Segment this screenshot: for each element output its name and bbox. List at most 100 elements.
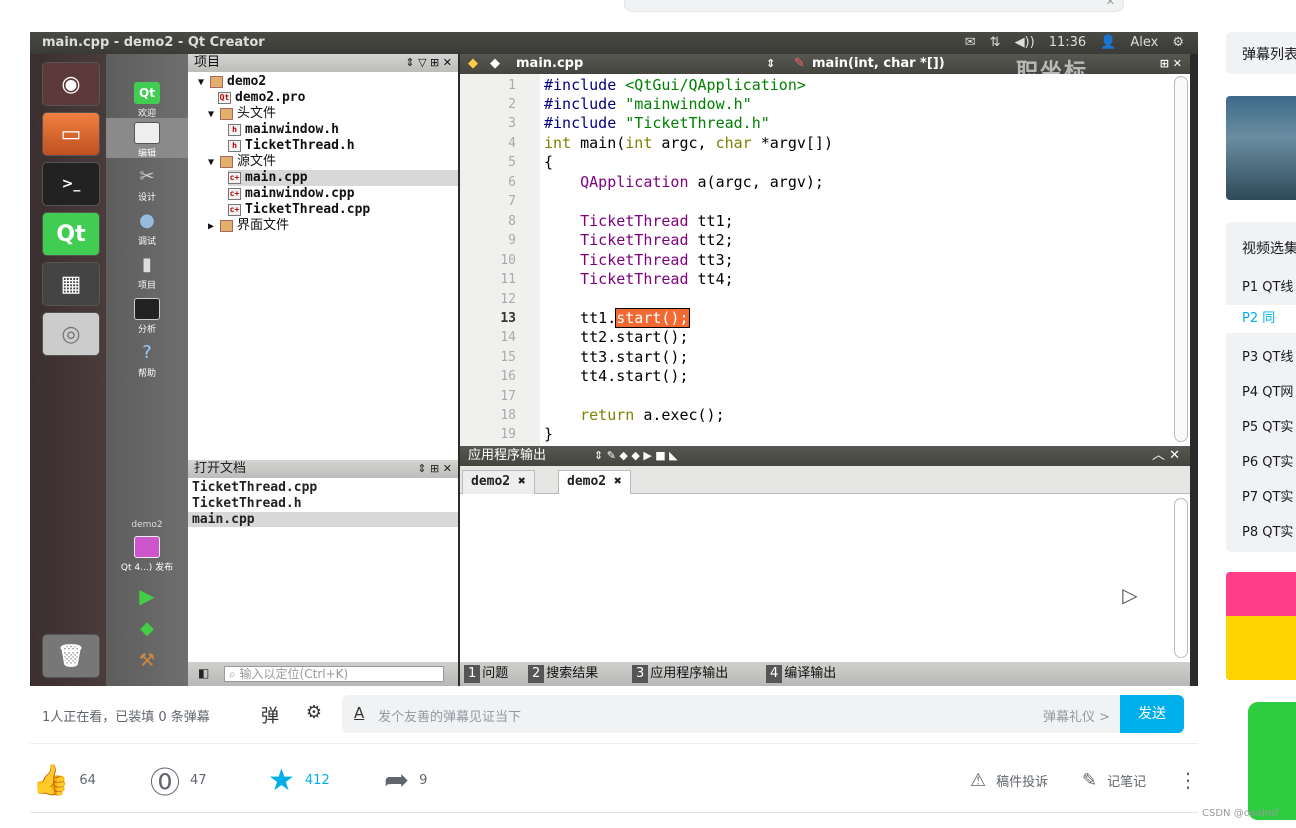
files-icon[interactable]: ▭: [42, 112, 100, 156]
ad-banner-2[interactable]: [1226, 696, 1296, 824]
trash-icon[interactable]: 🗑: [42, 634, 100, 678]
ubuntu-logo-icon[interactable]: ◉: [42, 62, 100, 106]
tree-item[interactable]: c+ main.cpp: [228, 170, 458, 186]
debug-run-icon[interactable]: ◆: [106, 618, 188, 639]
tab-app-output[interactable]: 3 应用程序输出: [632, 665, 728, 683]
episode-item[interactable]: P1 QT线: [1242, 276, 1293, 295]
danmu-etiquette-link[interactable]: 弹幕礼仪 >: [1043, 706, 1110, 725]
tree-item[interactable]: Qt demo2.pro: [218, 90, 305, 106]
tree-item[interactable]: ▼ demo2: [198, 74, 266, 90]
expand-arrow-icon[interactable]: ▼: [198, 77, 210, 88]
expand-arrow-icon[interactable]: ▼: [208, 109, 220, 120]
symbol-selector[interactable]: main(int, char *[]): [812, 54, 945, 74]
tab-demo2-2[interactable]: demo2 ✖: [558, 470, 631, 494]
forward-arrow-icon[interactable]: ◆: [490, 54, 500, 74]
run-icon[interactable]: ▶: [106, 584, 188, 608]
disc-icon[interactable]: ◎: [42, 312, 100, 356]
list-item[interactable]: main.cpp: [188, 512, 458, 527]
tab-compile-output[interactable]: 4 编译输出: [766, 665, 836, 683]
danmu-settings-icon[interactable]: ⚙: [302, 702, 326, 726]
tree-item[interactable]: h mainwindow.h: [228, 122, 339, 138]
tree-item[interactable]: ▶ 界面文件: [208, 218, 289, 234]
locator-input[interactable]: ⌕ 输入以定位(Ctrl+K): [224, 666, 444, 682]
like-button[interactable]: 👍 64: [32, 760, 96, 800]
terminal-icon[interactable]: >_: [42, 162, 100, 206]
tree-item[interactable]: ▼ 源文件: [208, 154, 276, 170]
tree-item-label: TicketThread.h: [245, 138, 355, 153]
more-icon[interactable]: ⋮: [1178, 760, 1198, 800]
video-thumbnail[interactable]: [1226, 96, 1296, 200]
mode-edit[interactable]: 编辑: [106, 118, 188, 159]
share-arrow-icon: ➦: [384, 762, 410, 798]
kit-selector[interactable]: Qt 4...) 发布: [106, 536, 188, 573]
mode-design[interactable]: ✂ 设计: [106, 166, 188, 203]
tree-item[interactable]: c+ TicketThread.cpp: [228, 202, 370, 218]
play-icon[interactable]: ▷: [1102, 570, 1158, 620]
panel-controls-icon[interactable]: ⇕ ▽ ⊞ ✕: [405, 54, 452, 72]
editor-file-tab[interactable]: main.cpp: [516, 54, 583, 74]
folder-icon: [220, 155, 234, 168]
line-number: 1: [508, 78, 516, 93]
danmu-toggle-icon[interactable]: 弹: [258, 702, 282, 727]
workspace-icon[interactable]: ▦: [42, 262, 100, 306]
send-button[interactable]: 发送: [1120, 695, 1184, 733]
expand-arrow-icon[interactable]: ▼: [208, 157, 220, 168]
tree-item[interactable]: ▼ 头文件: [208, 106, 276, 122]
sidebar-toggle-icon[interactable]: ◧: [198, 666, 209, 680]
back-arrow-icon[interactable]: ◆: [468, 54, 478, 74]
mode-help[interactable]: ? 帮助: [106, 342, 188, 379]
output-body[interactable]: [460, 494, 1190, 662]
code-line: return a.exec();: [544, 406, 725, 424]
tab-search-results[interactable]: 2 搜索结果: [528, 665, 598, 683]
episode-item[interactable]: P6 QT实: [1242, 451, 1293, 470]
expand-arrow-icon[interactable]: ▶: [208, 221, 220, 232]
mode-debug[interactable]: ● 调试: [106, 210, 188, 247]
episode-item[interactable]: P4 QT网: [1242, 381, 1293, 400]
list-item[interactable]: TicketThread.h: [192, 496, 302, 511]
coin-icon: ⓪: [150, 766, 180, 801]
top-search-box[interactable]: ✕: [624, 0, 1124, 12]
episode-item[interactable]: P2 同: [1226, 305, 1296, 333]
mode-welcome[interactable]: Qt 欢迎: [106, 82, 188, 119]
font-style-icon[interactable]: A: [354, 704, 364, 722]
close-editor-icon[interactable]: ⊞ ✕: [1160, 54, 1182, 74]
tab-issues[interactable]: 1 问题: [464, 665, 508, 683]
build-hammer-icon[interactable]: ⚒: [106, 650, 188, 671]
tree-item[interactable]: c+ mainwindow.cpp: [228, 186, 355, 202]
share-button[interactable]: ➦ 9: [384, 760, 427, 800]
video-player[interactable]: main.cpp - demo2 - Qt Creator ✉ ⇅ ◀)) 11…: [30, 32, 1198, 686]
project-tree[interactable]: ▼ demo2 Qt demo2.pro ▼ 头文件 h mainwindow.h h…: [188, 72, 458, 460]
list-item[interactable]: TicketThread.cpp: [192, 480, 317, 495]
episode-item[interactable]: P7 QT实: [1242, 486, 1293, 505]
tab-demo2-1[interactable]: demo2 ✖: [462, 470, 535, 494]
report-button[interactable]: ⚠ 稿件投诉: [970, 760, 1048, 800]
collapse-close-icon[interactable]: ︿ ✕: [1152, 446, 1180, 466]
episode-item[interactable]: P8 QT实: [1242, 521, 1293, 540]
mode-projects[interactable]: ▮ 项目: [106, 254, 188, 291]
mode-analyze[interactable]: 分析: [106, 298, 188, 335]
danmu-list-panel[interactable]: 弹幕列表: [1226, 32, 1296, 74]
favorite-button[interactable]: ★ 412: [268, 760, 330, 800]
code-line: tt2.start();: [544, 328, 689, 346]
design-icon: ✂: [139, 166, 155, 187]
output-scrollbar[interactable]: [1174, 498, 1188, 658]
code-editor[interactable]: 1 2 3 4 5 6 7 8 9 10 11 12 13 14 15 16 17 18 19 #include <…: [460, 74, 1190, 446]
close-icon[interactable]: ✕: [1106, 0, 1115, 8]
tree-item-label: mainwindow.h: [245, 122, 339, 137]
kit-name: demo2: [131, 520, 163, 530]
open-documents-list[interactable]: TicketThread.cpp TicketThread.h main.cpp: [188, 478, 458, 662]
notes-button[interactable]: ✎ 记笔记: [1082, 760, 1146, 800]
coin-button[interactable]: ⓪ 47: [150, 760, 207, 801]
projects-icon: ▮: [142, 254, 152, 275]
code-line: #include <QtGui/QApplication>: [544, 76, 806, 94]
episode-item[interactable]: P5 QT实: [1242, 416, 1293, 435]
dropdown-icon[interactable]: ⇕: [766, 54, 775, 74]
danmu-input[interactable]: A 发个友善的弹幕见证当下 弹幕礼仪 >: [342, 695, 1122, 733]
output-toolbar-icons[interactable]: ⇕ ✎ ◆ ◆ ▶ ■ ◣: [594, 446, 678, 466]
tree-item[interactable]: h TicketThread.h: [228, 138, 355, 154]
qt-creator-icon[interactable]: Qt: [42, 212, 100, 256]
panel-controls-icon[interactable]: ⇕ ⊞ ✕: [417, 460, 452, 478]
ad-banner[interactable]: [1226, 572, 1296, 680]
editor-scrollbar[interactable]: [1174, 76, 1188, 442]
episode-item[interactable]: P3 QT线: [1242, 346, 1293, 365]
